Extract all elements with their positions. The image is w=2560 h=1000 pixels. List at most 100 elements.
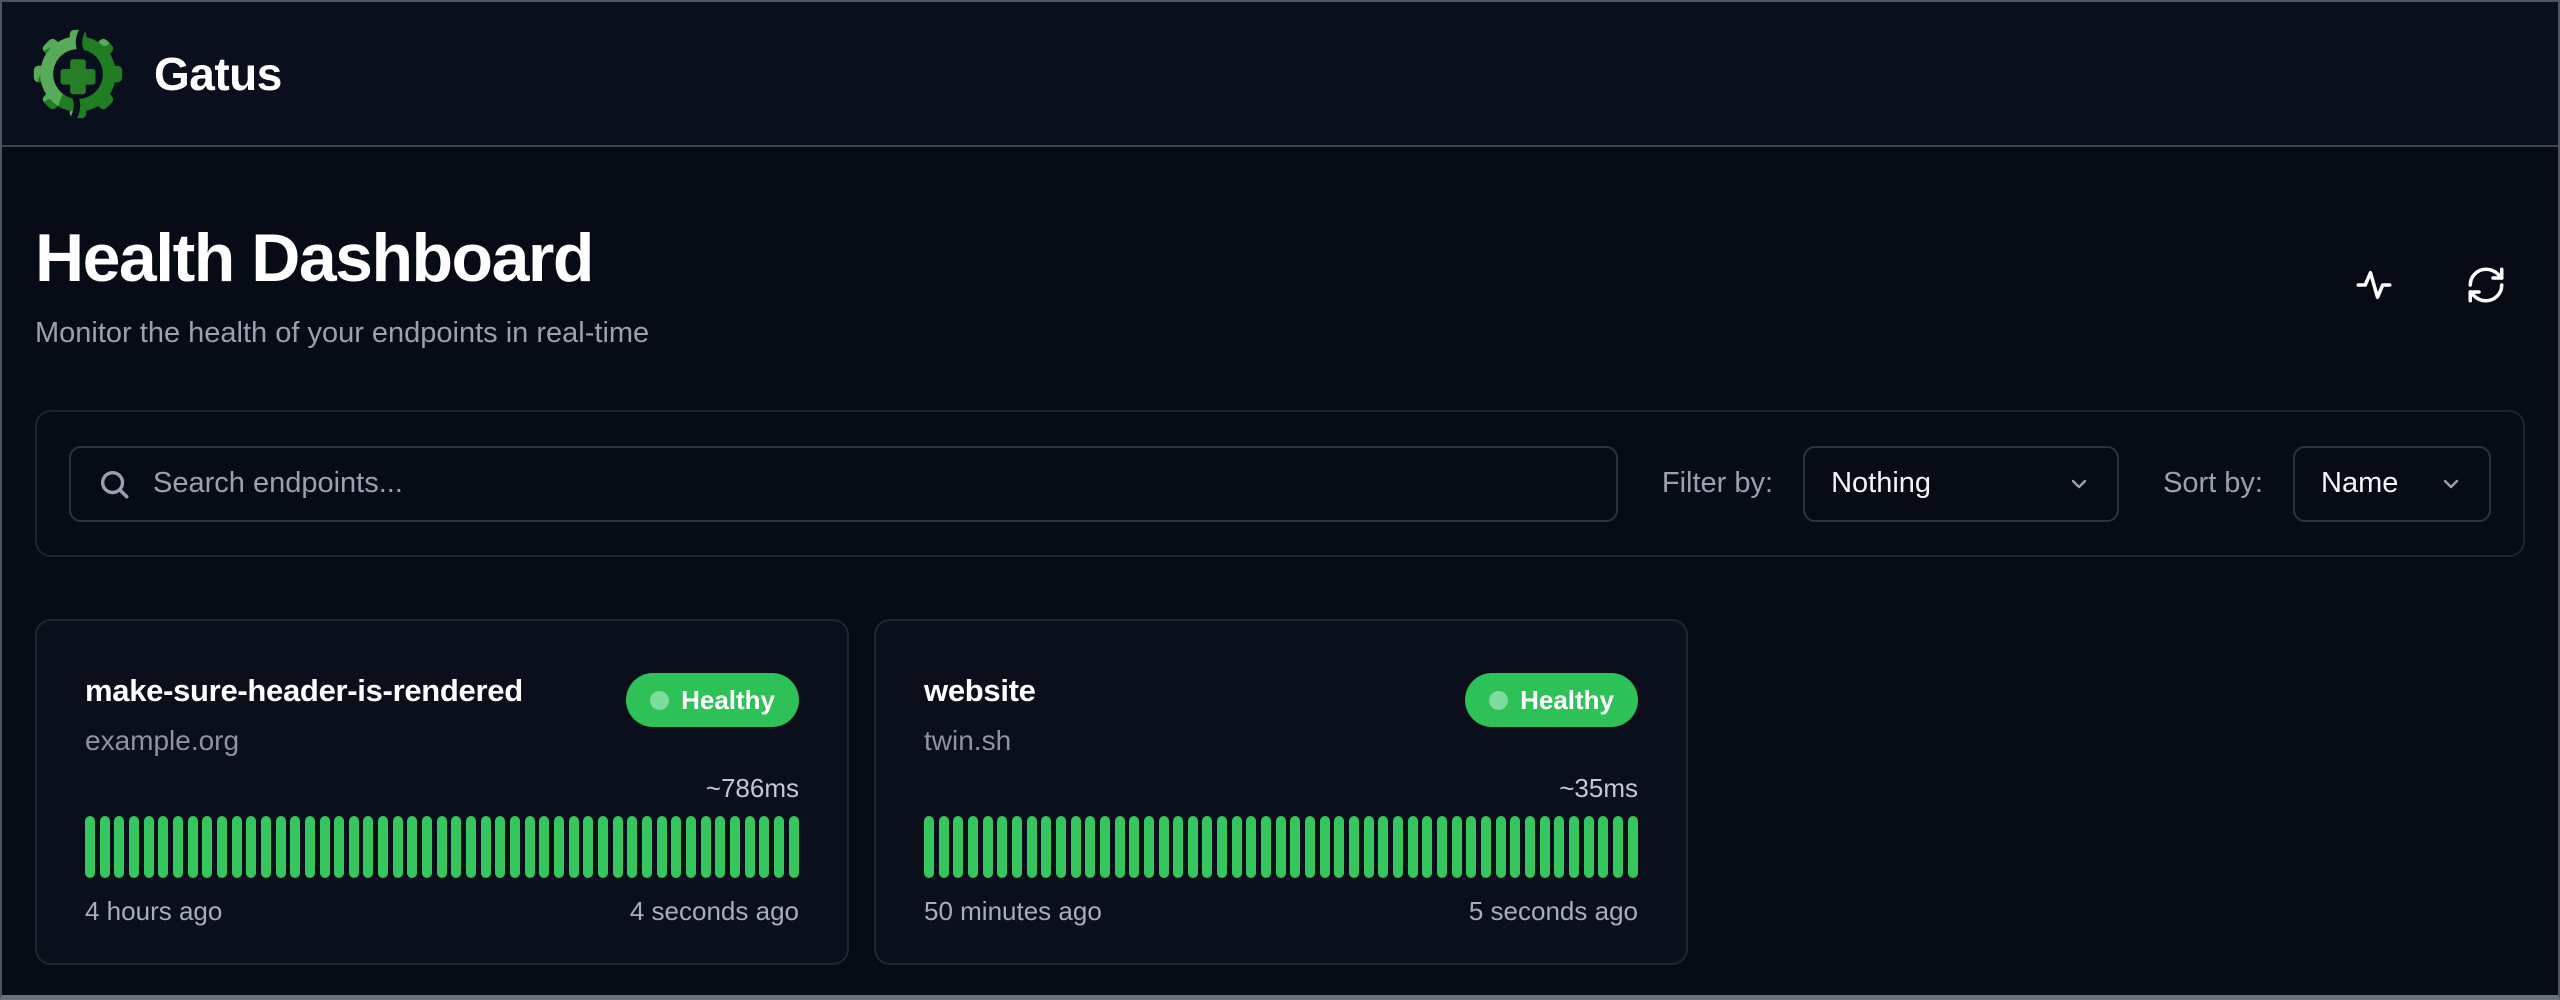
endpoint-card[interactable]: make-sure-header-is-rendered example.org… [35, 619, 849, 965]
uptime-bar [924, 816, 934, 878]
sort-select[interactable]: Name [2293, 446, 2491, 522]
uptime-bar [1085, 816, 1095, 878]
uptime-bar [1466, 816, 1476, 878]
uptime-bar [1584, 816, 1594, 878]
uptime-bar [276, 816, 286, 878]
page-header: Health Dashboard Monitor the health of y… [35, 219, 2525, 350]
uptime-bar [1012, 816, 1022, 878]
uptime-bar [759, 816, 769, 878]
topbar: Gatus [2, 2, 2558, 147]
uptime-bar [129, 816, 139, 878]
uptime-bar [642, 816, 652, 878]
uptime-bar [437, 816, 447, 878]
refresh-icon [2465, 264, 2507, 306]
uptime-bar [305, 816, 315, 878]
uptime-bar [407, 816, 417, 878]
endpoint-card-header: website twin.sh Healthy [924, 673, 1638, 757]
uptime-bar [378, 816, 388, 878]
uptime-bar [1408, 816, 1418, 878]
uptime-bar [232, 816, 242, 878]
activity-toggle-button[interactable] [2353, 264, 2395, 306]
uptime-bar [290, 816, 300, 878]
refresh-button[interactable] [2465, 264, 2507, 306]
uptime-bar [569, 816, 579, 878]
uptime-bar [114, 816, 124, 878]
uptime-bar [701, 816, 711, 878]
uptime-bar [1554, 816, 1564, 878]
status-dot-icon [1489, 691, 1508, 710]
search-input[interactable] [153, 467, 1590, 500]
status-dot-icon [650, 691, 669, 710]
uptime-bar [968, 816, 978, 878]
uptime-bar [1437, 816, 1447, 878]
uptime-bar [173, 816, 183, 878]
endpoint-card[interactable]: website twin.sh Healthy ~35ms 50 minutes… [874, 619, 1688, 965]
newest-result-label: 5 seconds ago [1469, 896, 1638, 927]
avg-response-time: ~786ms [706, 773, 799, 804]
uptime-bar [1159, 816, 1169, 878]
uptime-bar [983, 816, 993, 878]
uptime-bar [1510, 816, 1520, 878]
uptime-bar [1246, 816, 1256, 878]
search-icon [97, 467, 131, 501]
main-content: Health Dashboard Monitor the health of y… [2, 219, 2558, 965]
filter-select[interactable]: Nothing [1803, 446, 2119, 522]
uptime-bar [334, 816, 344, 878]
time-range: 50 minutes ago 5 seconds ago [924, 896, 1638, 927]
uptime-bar [1144, 816, 1154, 878]
uptime-bar [188, 816, 198, 878]
uptime-bar [100, 816, 110, 878]
uptime-bar [495, 816, 505, 878]
header-actions [2353, 264, 2525, 306]
status-badge: Healthy [1465, 673, 1638, 727]
page-subtitle: Monitor the health of your endpoints in … [35, 317, 649, 350]
filter-toolbar: Filter by: Nothing Sort by: Name [35, 410, 2525, 557]
filter-select-value: Nothing [1831, 467, 1931, 500]
uptime-bar [261, 816, 271, 878]
uptime-bar [1378, 816, 1388, 878]
uptime-bar [539, 816, 549, 878]
status-badge: Healthy [626, 673, 799, 727]
uptime-bar [393, 816, 403, 878]
uptime-bar [1071, 816, 1081, 878]
uptime-bar [715, 816, 725, 878]
uptime-bar [1598, 816, 1608, 878]
uptime-bar [525, 816, 535, 878]
uptime-bar [1422, 816, 1432, 878]
endpoint-card-titles: make-sure-header-is-rendered example.org [85, 673, 523, 757]
uptime-bar [422, 816, 432, 878]
uptime-bar [613, 816, 623, 878]
endpoint-card-titles: website twin.sh [924, 673, 1036, 757]
uptime-bar [774, 816, 784, 878]
uptime-bars [924, 816, 1638, 878]
uptime-bar [510, 816, 520, 878]
uptime-bar [1100, 816, 1110, 878]
uptime-bar [1276, 816, 1286, 878]
uptime-bar [1628, 816, 1638, 878]
uptime-bar [217, 816, 227, 878]
uptime-bar [1056, 816, 1066, 878]
uptime-bar [1290, 816, 1300, 878]
brand-title: Gatus [154, 47, 282, 101]
uptime-bar [789, 816, 799, 878]
endpoint-host: example.org [85, 725, 523, 757]
search-box [69, 446, 1618, 522]
uptime-bar [246, 816, 256, 878]
uptime-bar [1613, 816, 1623, 878]
uptime-bar [1452, 816, 1462, 878]
uptime-bar [1305, 816, 1315, 878]
uptime-bar [1393, 816, 1403, 878]
uptime-bar [1496, 816, 1506, 878]
endpoint-cards: make-sure-header-is-rendered example.org… [35, 619, 2525, 965]
uptime-bar [745, 816, 755, 878]
uptime-bar [1525, 816, 1535, 878]
uptime-bar [1188, 816, 1198, 878]
sort-by-label: Sort by: [2163, 467, 2263, 500]
uptime-bar [466, 816, 476, 878]
endpoint-card-header: make-sure-header-is-rendered example.org… [85, 673, 799, 757]
uptime-bar [1364, 816, 1374, 878]
chevron-down-icon [2067, 472, 2091, 496]
uptime-bar [671, 816, 681, 878]
uptime-bar [1115, 816, 1125, 878]
home-link[interactable]: Gatus [32, 28, 282, 120]
